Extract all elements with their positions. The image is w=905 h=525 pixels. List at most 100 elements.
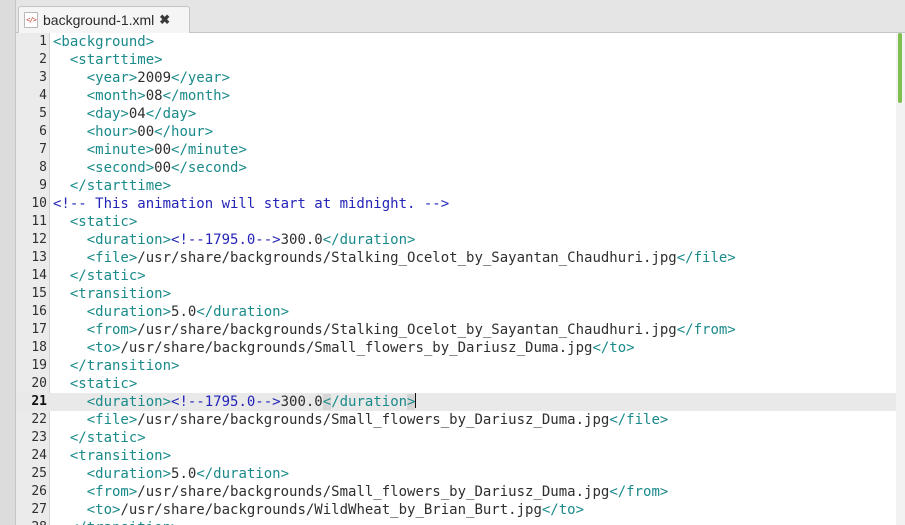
xml-text: 2009: [137, 70, 172, 86]
xml-text: /usr/share/backgrounds/Stalking_Ocelot_b…: [137, 322, 677, 338]
text-cursor: [415, 393, 417, 408]
xml-tag: <: [322, 394, 332, 410]
line-code: <static>: [53, 213, 137, 231]
line-number: 2: [39, 52, 47, 67]
xml-comment: <!-- This animation will start at midnig…: [53, 196, 450, 212]
line-number: 4: [39, 88, 47, 103]
line-number: 28: [16, 519, 47, 525]
line-number: 13: [31, 250, 47, 265]
xml-text: /usr/share/backgrounds/Small_flowers_by_…: [137, 484, 610, 500]
code-line[interactable]: 26 <from>/usr/share/backgrounds/Small_fl…: [16, 483, 896, 501]
code-line[interactable]: 7 <minute>00</minute>: [16, 141, 896, 159]
line-code: <from>/usr/share/backgrounds/Small_flowe…: [53, 483, 669, 501]
line-code: <static>: [53, 375, 137, 393]
xml-text: [53, 70, 87, 86]
line-code: <to>/usr/share/backgrounds/Small_flowers…: [53, 339, 635, 357]
line-code: </static>: [53, 429, 146, 447]
xml-tag: <from>: [86, 322, 138, 338]
code-line[interactable]: 9 </starttime>: [16, 177, 896, 195]
xml-text: [53, 106, 87, 122]
code-editor[interactable]: 1 <background> 2 <starttime> 3 <year>2009</…: [16, 33, 896, 525]
xml-tag: <duration>: [86, 232, 172, 248]
xml-tag: </to>: [541, 502, 585, 518]
code-line[interactable]: 17 <from>/usr/share/backgrounds/Stalking…: [16, 321, 896, 339]
code-line[interactable]: 13 <file>/usr/share/backgrounds/Stalking…: [16, 249, 896, 267]
line-code: <file>/usr/share/backgrounds/Small_flowe…: [53, 411, 669, 429]
code-line[interactable]: 27 <to>/usr/share/backgrounds/WildWheat_…: [16, 501, 896, 519]
xml-text: [53, 358, 70, 374]
xml-text: [53, 322, 87, 338]
line-code: <background>: [53, 33, 154, 51]
scrollbar-thumb[interactable]: [898, 33, 902, 103]
line-number: 22: [31, 412, 47, 427]
line-code: <duration><!--1795.0-->300.0</duration>: [53, 393, 417, 411]
code-line[interactable]: 25 <duration>5.0</duration>: [16, 465, 896, 483]
xml-tag: <starttime>: [69, 52, 163, 68]
code-line[interactable]: 18 <to>/usr/share/backgrounds/Small_flow…: [16, 339, 896, 357]
xml-tag: <file>: [86, 412, 138, 428]
code-line[interactable]: 12 <duration><!--1795.0-->300.0</duratio…: [16, 231, 896, 249]
code-line[interactable]: 19 </transition>: [16, 357, 896, 375]
code-line[interactable]: 16 <duration>5.0</duration>: [16, 303, 896, 321]
tab-background-1-xml[interactable]: </> background-1.xml ✖: [18, 6, 190, 33]
line-number: 8: [39, 160, 47, 175]
xml-tag: <transition>: [69, 286, 172, 302]
xml-text: 5.0: [171, 466, 197, 482]
xml-tag: /duration: [331, 394, 408, 410]
line-number: 5: [39, 106, 47, 121]
code-line[interactable]: 28 </transition>: [16, 519, 896, 525]
code-line[interactable]: 20 <static>: [16, 375, 896, 393]
code-line[interactable]: 6 <hour>00</hour>: [16, 123, 896, 141]
line-number: 18: [31, 340, 47, 355]
xml-comment: <!--1795.0-->: [171, 394, 281, 410]
code-line[interactable]: 22 <file>/usr/share/backgrounds/Small_fl…: [16, 411, 896, 429]
line-code: <!-- This animation will start at midnig…: [53, 195, 449, 213]
xml-tag: </static>: [69, 268, 146, 284]
code-line[interactable]: 5 <day>04</day>: [16, 105, 896, 123]
xml-tag: <hour>: [86, 124, 138, 140]
line-number: 7: [39, 142, 47, 157]
code-line[interactable]: 11 <static>: [16, 213, 896, 231]
line-number: 17: [31, 322, 47, 337]
xml-tag: <static>: [69, 214, 138, 230]
xml-text: [53, 142, 87, 158]
xml-tag: <background>: [53, 34, 155, 50]
xml-tag: <minute>: [86, 142, 155, 158]
code-line[interactable]: 3 <year>2009</year>: [16, 69, 896, 87]
xml-text: [53, 52, 70, 68]
xml-text: [53, 304, 87, 320]
code-line[interactable]: 15 <transition>: [16, 285, 896, 303]
code-line[interactable]: 4 <month>08</month>: [16, 87, 896, 105]
line-number: 21: [31, 394, 47, 409]
code-line[interactable]: 2 <starttime>: [16, 51, 896, 69]
line-number: 11: [31, 214, 47, 229]
line-number: 27: [31, 502, 47, 517]
xml-tag: </hour>: [154, 124, 214, 140]
xml-text: [53, 232, 87, 248]
tab-title: background-1.xml: [43, 12, 155, 28]
xml-tag: </year>: [171, 70, 231, 86]
code-line[interactable]: 10 <!-- This animation will start at midn…: [16, 195, 896, 213]
xml-text: /usr/share/backgrounds/Stalking_Ocelot_b…: [137, 250, 677, 266]
line-code: <month>08</month>: [53, 87, 230, 105]
xml-tag: <year>: [86, 70, 138, 86]
code-line[interactable]: 14 </static>: [16, 267, 896, 285]
xml-text: [53, 466, 87, 482]
line-code: <from>/usr/share/backgrounds/Stalking_Oc…: [53, 321, 736, 339]
code-line[interactable]: 24 <transition>: [16, 447, 896, 465]
code-line[interactable]: 1 <background>: [16, 33, 896, 51]
code-line[interactable]: 23 </static>: [16, 429, 896, 447]
vertical-scrollbar[interactable]: [896, 33, 905, 525]
code-line[interactable]: 8 <second>00</second>: [16, 159, 896, 177]
close-icon[interactable]: ✖: [159, 12, 170, 28]
xml-text: [53, 448, 70, 464]
xml-tag: </month>: [162, 88, 231, 104]
code-line[interactable]: 21 <duration><!--1795.0-->300.0</duratio…: [16, 393, 896, 411]
line-number: 9: [39, 178, 47, 193]
xml-text: [53, 376, 70, 392]
xml-tag: </duration>: [196, 466, 290, 482]
xml-tag: <to>: [86, 502, 121, 518]
xml-text: [53, 412, 87, 428]
line-code: <starttime>: [53, 51, 163, 69]
line-number: 15: [31, 286, 47, 301]
